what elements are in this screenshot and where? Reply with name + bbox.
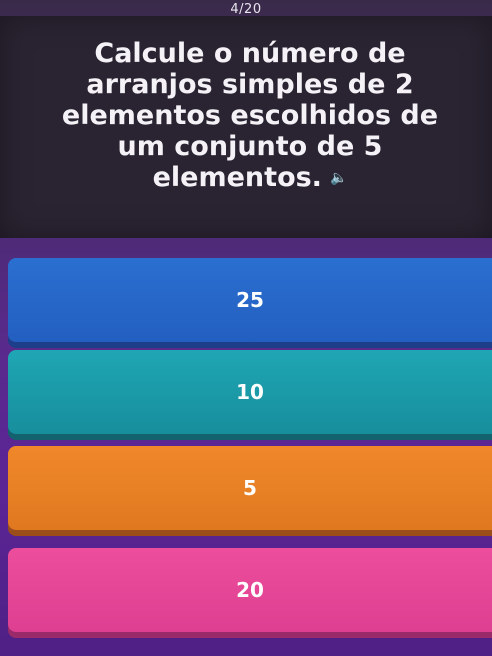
answer-option-label: 20 <box>236 578 264 602</box>
answer-option-label: 5 <box>243 476 257 500</box>
answer-option-3[interactable]: 5 <box>8 446 492 530</box>
answer-option-label: 10 <box>236 380 264 404</box>
question-progress: 4/20 <box>230 2 262 17</box>
question-text-container: Calcule o número de arranjos simples de … <box>40 38 460 194</box>
question-text: Calcule o número de arranjos simples de … <box>61 38 439 193</box>
question-card: Calcule o número de arranjos simples de … <box>0 16 492 238</box>
answer-option-label: 25 <box>236 288 264 312</box>
answer-option-4[interactable]: 20 <box>8 548 492 632</box>
answer-option-2[interactable]: 10 <box>8 350 492 434</box>
speaker-icon[interactable]: 🔈 <box>330 163 347 194</box>
answer-option-1[interactable]: 25 <box>8 258 492 342</box>
